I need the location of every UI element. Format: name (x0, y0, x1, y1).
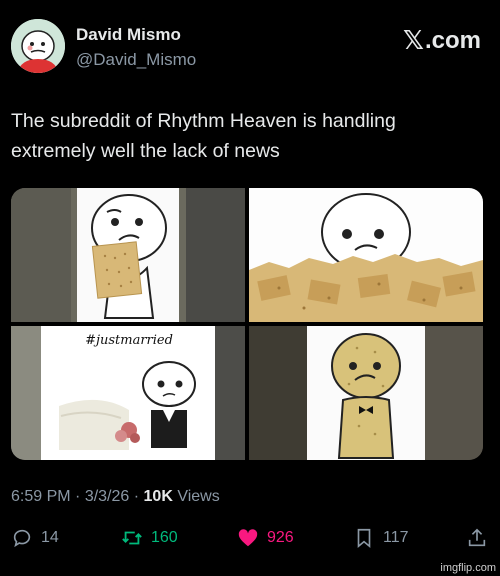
wedding-illustration: #justmarried (11, 326, 245, 460)
media-image-3[interactable]: #justmarried (11, 326, 245, 460)
share-icon (468, 528, 486, 547)
author-handle[interactable]: @David_Mismo (76, 50, 196, 70)
like-count: 926 (267, 529, 294, 546)
tweet-meta: 6:59 PM · 3/3/26 · 10K Views (11, 488, 220, 506)
bookmark-button[interactable]: 117 (353, 527, 409, 549)
x-logo-suffix: .com (424, 26, 481, 54)
meta-separator: · (70, 488, 85, 505)
heart-icon (238, 529, 258, 547)
media-grid[interactable]: #justmarried (11, 188, 483, 460)
retweet-count: 160 (151, 529, 178, 546)
action-bar: 14 160 926 117 (11, 527, 489, 553)
retweet-button[interactable]: 160 (121, 527, 178, 549)
media-image-2[interactable] (249, 188, 483, 322)
bookmark-count: 117 (383, 529, 409, 546)
views-label: Views (172, 488, 220, 505)
media-image-4[interactable] (249, 326, 483, 460)
avatar-image (11, 19, 65, 73)
wedding-caption: #justmarried (85, 333, 173, 348)
tweet-text: The subreddit of Rhythm Heaven is handli… (11, 110, 396, 162)
meta-separator: · (129, 488, 144, 505)
reply-count: 14 (41, 529, 59, 546)
views-count: 10K (143, 488, 173, 505)
cracker-character-illustration (249, 326, 483, 460)
avatar[interactable] (11, 19, 65, 73)
bookmark-icon (357, 528, 371, 549)
watermark: imgflip.com (440, 562, 496, 574)
x-logo: 𝕏 .com (403, 25, 481, 56)
media-image-1[interactable] (11, 188, 245, 322)
tweet-date[interactable]: 3/3/26 (85, 488, 129, 505)
tweet-time[interactable]: 6:59 PM (11, 488, 71, 505)
retweet-icon (122, 531, 142, 545)
reply-icon (13, 529, 31, 548)
reply-button[interactable]: 14 (11, 527, 59, 549)
cracker-pile-illustration (249, 188, 483, 322)
x-icon: 𝕏 (403, 25, 424, 55)
like-button[interactable]: 926 (237, 527, 294, 549)
share-button[interactable] (466, 527, 488, 549)
cracker-eating-illustration (11, 188, 245, 322)
author-name[interactable]: David Mismo (76, 25, 181, 45)
